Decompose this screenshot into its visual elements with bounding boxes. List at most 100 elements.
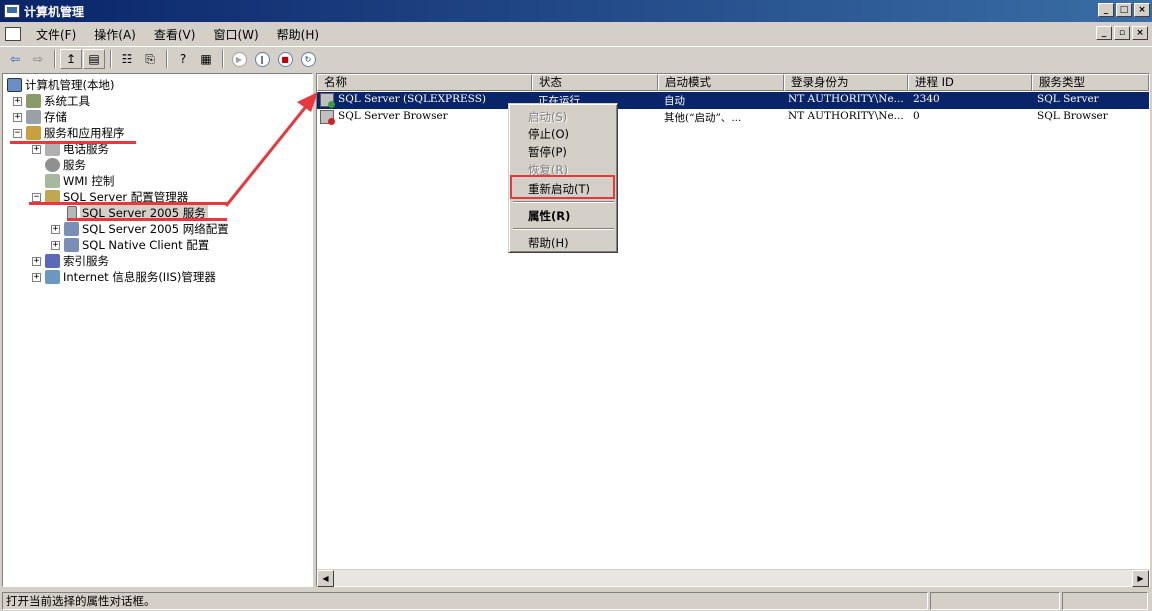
tree-item-services-apps[interactable]: − 服务和应用程序 (13, 125, 125, 141)
tree-item-indexing[interactable]: + 索引服务 (32, 253, 109, 269)
underline-services-apps (10, 141, 136, 144)
row-pid: 0 (913, 110, 920, 122)
menu-help[interactable]: 帮助(H) (268, 26, 328, 43)
computer-icon (7, 78, 22, 92)
tree-item-sql-network-config[interactable]: + SQL Server 2005 网络配置 (51, 221, 229, 237)
tree-item-storage[interactable]: + 存储 (13, 109, 67, 125)
row-start-mode: 其他(“启动”、... (664, 112, 742, 124)
expand-icon[interactable]: + (51, 240, 60, 250)
expand-icon[interactable]: + (32, 256, 41, 266)
tree-item-label: 系统工具 (44, 94, 90, 108)
row-name: SQL Server (SQLEXPRESS) (338, 93, 486, 105)
tree-item-system-tools[interactable]: + 系统工具 (13, 93, 90, 109)
column-header-type[interactable]: 服务类型 (1032, 74, 1149, 91)
help-icon[interactable]: ? (172, 49, 194, 69)
toolbar-separator (54, 50, 56, 68)
column-header-status[interactable]: 状态 (532, 74, 658, 91)
close-button[interactable]: × (1134, 3, 1150, 17)
column-header-pid[interactable]: 进程 ID (908, 74, 1032, 91)
menu-view[interactable]: 查看(V) (145, 26, 205, 43)
service-stopped-icon (320, 110, 335, 125)
services-apps-icon (26, 126, 41, 140)
pause-service-icon[interactable]: ‖ (251, 49, 273, 69)
tree-item-wmi[interactable]: WMI 控制 (45, 173, 114, 189)
row-type: SQL Server (1037, 93, 1099, 105)
column-header-logon[interactable]: 登录身份为 (784, 74, 908, 91)
expand-icon[interactable]: + (32, 144, 41, 154)
row-name: SQL Server Browser (338, 110, 448, 122)
menu-window[interactable]: 窗口(W) (204, 26, 267, 43)
minimize-button[interactable]: _ (1098, 3, 1114, 17)
gears-icon (45, 158, 60, 172)
tree-root[interactable]: 计算机管理(本地) (7, 77, 114, 93)
status-text: 打开当前选择的属性对话框。 (2, 592, 928, 610)
status-panel-2 (930, 592, 1060, 610)
expand-icon[interactable]: + (51, 224, 60, 234)
export-list-icon[interactable]: ⎘ (139, 49, 161, 69)
tree-root-label: 计算机管理(本地) (25, 78, 115, 92)
menu-bar: 文件(F) 操作(A) 查看(V) 窗口(W) 帮助(H) _ ▫ × (0, 22, 1152, 46)
scroll-right-icon[interactable]: ▶ (1132, 570, 1149, 587)
mmc-icon[interactable]: ▦ (195, 49, 217, 69)
up-level-icon[interactable]: ↥ (60, 49, 82, 69)
tools-icon (26, 94, 41, 108)
mdi-close-button[interactable]: × (1132, 26, 1148, 40)
service-running-icon (320, 93, 335, 108)
tree-item-label: 索引服务 (63, 254, 109, 268)
expand-icon[interactable]: + (13, 112, 22, 122)
restart-service-icon[interactable]: ↻ (297, 49, 319, 69)
row-logon: NT AUTHORITY\Ne... (788, 110, 904, 122)
menu-properties[interactable]: 属性(R) (528, 208, 570, 224)
row-start-mode: 自动 (664, 95, 685, 107)
stop-service-icon[interactable]: ■ (274, 49, 296, 69)
row-logon: NT AUTHORITY\Ne... (788, 93, 904, 105)
maximize-button[interactable]: □ (1116, 3, 1132, 17)
column-header-name[interactable]: 名称 (317, 74, 532, 91)
expand-icon[interactable]: + (13, 96, 22, 106)
column-headers: 名称 状态 启动模式 登录身份为 进程 ID 服务类型 (317, 74, 1149, 91)
tree-item-label: WMI 控制 (63, 174, 115, 188)
toolbar: ⇦ ⇨ ↥ ▤ ☷ ⎘ ? ▦ ▶ ‖ ■ ↻ (0, 46, 1152, 71)
horizontal-scrollbar[interactable]: ◀ ▶ (317, 569, 1149, 587)
document-icon[interactable] (5, 27, 21, 41)
tree-item-label: SQL Native Client 配置 (82, 238, 210, 252)
tree-item-label: 存储 (44, 110, 67, 124)
menu-start[interactable]: 启动(S) (528, 109, 567, 125)
client-icon (64, 238, 79, 252)
underline-sql-services (67, 218, 227, 221)
list-row-sqlexpress[interactable]: SQL Server (SQLEXPRESS) 正在运行 自动 NT AUTHO… (317, 92, 1149, 109)
list-row-browser[interactable]: SQL Server Browser 其他(“启动”、... NT AUTHOR… (317, 109, 1149, 126)
menu-separator (513, 201, 614, 203)
menu-action[interactable]: 操作(A) (85, 26, 145, 43)
network-icon (64, 222, 79, 236)
services-list[interactable]: 名称 状态 启动模式 登录身份为 进程 ID 服务类型 SQL Server (… (316, 73, 1150, 587)
properties-icon[interactable]: ☷ (116, 49, 138, 69)
tree-item-sql-native-client[interactable]: + SQL Native Client 配置 (51, 237, 209, 253)
start-service-icon[interactable]: ▶ (228, 49, 250, 69)
tree-item-iis[interactable]: + Internet 信息服务(IIS)管理器 (32, 269, 216, 285)
menu-help[interactable]: 帮助(H) (528, 235, 569, 251)
toolbar-separator (222, 50, 224, 68)
expand-icon[interactable]: + (32, 272, 41, 282)
window-controls: _ □ × (1098, 3, 1150, 17)
mdi-restore-button[interactable]: ▫ (1114, 26, 1130, 40)
column-header-start-mode[interactable]: 启动模式 (658, 74, 784, 91)
forward-icon[interactable]: ⇨ (27, 49, 49, 69)
back-icon[interactable]: ⇦ (4, 49, 26, 69)
mdi-controls: _ ▫ × (1096, 26, 1148, 40)
storage-icon (26, 110, 41, 124)
mdi-minimize-button[interactable]: _ (1096, 26, 1112, 40)
collapse-icon[interactable]: − (32, 192, 41, 202)
menu-file[interactable]: 文件(F) (27, 26, 85, 43)
collapse-icon[interactable]: − (13, 128, 22, 138)
tree-item-label: Internet 信息服务(IIS)管理器 (63, 270, 216, 284)
tree-item-services[interactable]: 服务 (45, 157, 86, 173)
console-tree[interactable]: 计算机管理(本地) + 系统工具 + 存储 − 服务和应用程序 + 电话服务 服… (2, 73, 313, 587)
toolbar-separator (166, 50, 168, 68)
menu-pause[interactable]: 暂停(P) (528, 144, 567, 160)
show-hide-tree-icon[interactable]: ▤ (83, 49, 105, 69)
wmi-icon (45, 174, 60, 188)
scroll-left-icon[interactable]: ◀ (317, 570, 334, 587)
menu-stop[interactable]: 停止(O) (528, 126, 569, 142)
restart-highlight-box (510, 175, 615, 199)
